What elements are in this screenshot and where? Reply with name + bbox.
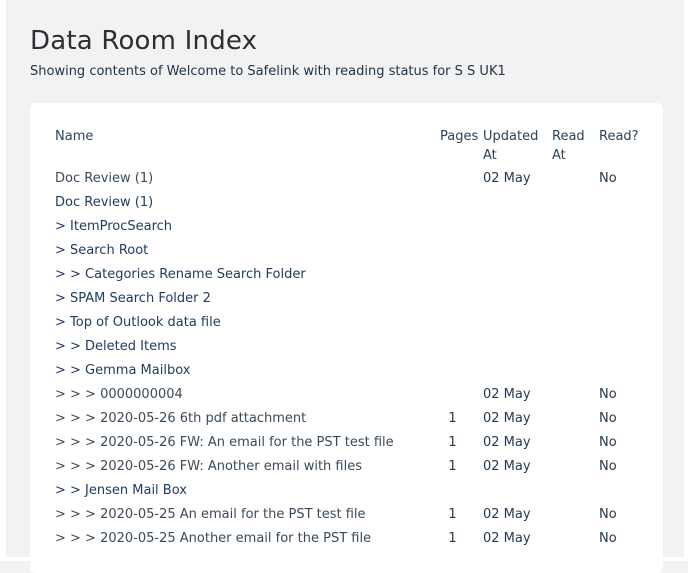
column-header-read-at-line2: At — [552, 148, 566, 163]
column-header-read-at[interactable]: Read At — [552, 127, 592, 165]
row-read-status: No — [599, 507, 617, 522]
row-read-status: No — [599, 387, 617, 402]
row-read-status: No — [599, 435, 617, 450]
table-row: Doc Review (1) — [30, 195, 663, 219]
row-pages: 1 — [448, 411, 457, 426]
row-updated-at: 02 May — [483, 507, 531, 522]
table-row: > > > 2020-05-25 Another email for the P… — [30, 531, 663, 555]
table-row: > ItemProcSearch — [30, 219, 663, 243]
row-updated-at: 02 May — [483, 387, 531, 402]
column-header-pages[interactable]: Pages — [440, 127, 478, 146]
row-pages: 1 — [448, 507, 457, 522]
row-pages: 1 — [448, 459, 457, 474]
row-name: > > > 0000000004 — [55, 387, 183, 402]
row-updated-at: 02 May — [483, 171, 531, 186]
row-folder-link[interactable]: > Search Root — [55, 243, 148, 258]
row-read-status: No — [599, 171, 617, 186]
table-row: > > > 2020-05-26 6th pdf attachment 1 02… — [30, 411, 663, 435]
table-row: > > > 2020-05-25 An email for the PST te… — [30, 507, 663, 531]
row-folder-link[interactable]: > > Deleted Items — [55, 339, 177, 354]
table-row: > > Gemma Mailbox — [30, 363, 663, 387]
page-title: Data Room Index — [30, 26, 258, 56]
table-row: > > Deleted Items — [30, 339, 663, 363]
row-folder-link[interactable]: > ItemProcSearch — [55, 219, 172, 234]
row-pages: 1 — [448, 531, 457, 546]
row-updated-at: 02 May — [483, 435, 531, 450]
row-read-status: No — [599, 411, 617, 426]
index-table-card: Name Pages Updated At Read At Read? Doc … — [30, 103, 663, 573]
column-header-updated-at-line1: Updated — [483, 129, 539, 144]
column-header-updated-at[interactable]: Updated At — [483, 127, 547, 165]
row-updated-at: 02 May — [483, 411, 531, 426]
table-row: > Search Root — [30, 243, 663, 267]
column-header-updated-at-line2: At — [483, 148, 497, 163]
table-row: > SPAM Search Folder 2 — [30, 291, 663, 315]
row-read-status: No — [599, 459, 617, 474]
column-header-read[interactable]: Read? — [599, 127, 639, 146]
row-folder-link[interactable]: > > Jensen Mail Box — [55, 483, 187, 498]
table-row: > Top of Outlook data file — [30, 315, 663, 339]
table-row: > > > 2020-05-26 FW: An email for the PS… — [30, 435, 663, 459]
table-row: > > > 0000000004 02 May No — [30, 387, 663, 411]
row-pages: 1 — [448, 435, 457, 450]
table-row: > > > 2020-05-26 FW: Another email with … — [30, 459, 663, 483]
column-header-name[interactable]: Name — [55, 127, 93, 146]
row-name: > > > 2020-05-26 FW: Another email with … — [55, 459, 363, 474]
column-header-read-at-line1: Read — [552, 129, 585, 144]
row-read-status: No — [599, 531, 617, 546]
window-edge — [684, 0, 688, 561]
row-folder-link[interactable]: > Top of Outlook data file — [55, 315, 221, 330]
window-edge — [0, 0, 6, 561]
row-folder-link[interactable]: > > Gemma Mailbox — [55, 363, 190, 378]
row-name: > > > 2020-05-25 An email for the PST te… — [55, 507, 366, 522]
row-name: Doc Review (1) — [55, 171, 154, 186]
row-name: > > > 2020-05-26 6th pdf attachment — [55, 411, 307, 426]
row-name: > > > 2020-05-26 FW: An email for the PS… — [55, 435, 394, 450]
table-row: Doc Review (1) 02 May No — [30, 171, 663, 195]
row-name: > > > 2020-05-25 Another email for the P… — [55, 531, 372, 546]
page-subtitle: Showing contents of Welcome to Safelink … — [30, 64, 506, 79]
row-folder-link[interactable]: Doc Review (1) — [55, 195, 153, 210]
row-folder-link[interactable]: > SPAM Search Folder 2 — [55, 291, 211, 306]
row-updated-at: 02 May — [483, 531, 531, 546]
row-updated-at: 02 May — [483, 459, 531, 474]
row-folder-link[interactable]: > > Categories Rename Search Folder — [55, 267, 306, 282]
table-row: > > Categories Rename Search Folder — [30, 267, 663, 291]
table-row: > > Jensen Mail Box — [30, 483, 663, 507]
